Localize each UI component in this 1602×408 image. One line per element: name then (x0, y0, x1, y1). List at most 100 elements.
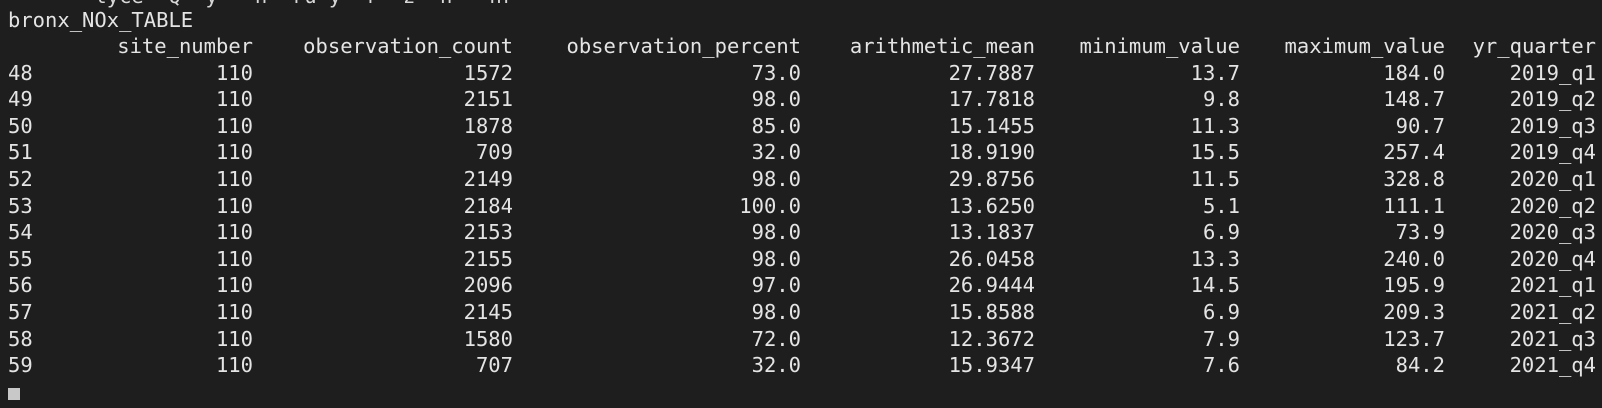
row-index: 52 (8, 166, 33, 191)
cell-maximum-value: 73.9 (1395, 220, 1445, 245)
cell-yr-quarter: 2019_q3 (1509, 113, 1596, 138)
cell-observation-percent: 85.0 (751, 113, 801, 138)
cell-observation-count: 1580 (463, 326, 513, 351)
table-row: 48 110 1572 73.0 27.7887 13.7 184.0 2019… (8, 60, 1596, 87)
cell-maximum-value: 184.0 (1383, 60, 1445, 85)
cell-observation-count: 2145 (463, 299, 513, 324)
cell-minimum-value: 13.7 (1190, 60, 1240, 85)
cell-site-number: 110 (215, 113, 253, 138)
cell-observation-percent: 72.0 (751, 326, 801, 351)
row-index: 51 (8, 140, 33, 165)
cell-observation-percent: 98.0 (751, 299, 801, 324)
cell-minimum-value: 11.5 (1190, 166, 1240, 191)
cell-minimum-value: 14.5 (1190, 273, 1240, 298)
row-index: 54 (8, 220, 33, 245)
row-index: 50 (8, 113, 33, 138)
cell-arithmetic-mean: 27.7887 (948, 60, 1035, 85)
cell-observation-count: 1572 (463, 60, 513, 85)
row-index: 56 (8, 273, 33, 298)
row-index: 59 (8, 353, 33, 378)
column-header-minimum-value: minimum_value (1079, 34, 1240, 58)
cell-observation-percent: 98.0 (751, 87, 801, 112)
terminal-output: lyce Q y n ru y r z n nr bronx_NOx_TABLE… (0, 0, 1602, 408)
table-row: 57 110 2145 98.0 15.8588 6.9 209.3 2021_… (8, 299, 1596, 326)
cell-observation-count: 707 (475, 353, 513, 378)
cell-minimum-value: 7.6 (1202, 353, 1240, 378)
row-index: 48 (8, 60, 33, 85)
cell-yr-quarter: 2020_q4 (1509, 246, 1596, 271)
cell-yr-quarter: 2019_q4 (1509, 140, 1596, 165)
cell-site-number: 110 (215, 60, 253, 85)
table-header-row: site_number observation_count observatio… (8, 33, 1596, 60)
table-row: 50 110 1878 85.0 15.1455 11.3 90.7 2019_… (8, 113, 1596, 140)
cell-arithmetic-mean: 17.7818 (948, 87, 1035, 112)
cell-observation-count: 2149 (463, 166, 513, 191)
cell-observation-percent: 100.0 (739, 193, 801, 218)
cell-arithmetic-mean: 13.1837 (948, 220, 1035, 245)
cell-observation-count: 2184 (463, 193, 513, 218)
terminal-cursor[interactable] (8, 388, 20, 400)
cell-arithmetic-mean: 13.6250 (948, 193, 1035, 218)
table-row: 49 110 2151 98.0 17.7818 9.8 148.7 2019_… (8, 86, 1596, 113)
table-row: 56 110 2096 97.0 26.9444 14.5 195.9 2021… (8, 272, 1596, 299)
column-header-observation-count: observation_count (303, 34, 513, 58)
cell-minimum-value: 11.3 (1190, 113, 1240, 138)
cell-maximum-value: 257.4 (1383, 140, 1445, 165)
column-header-maximum-value: maximum_value (1284, 34, 1445, 58)
cell-arithmetic-mean: 29.8756 (948, 166, 1035, 191)
cell-maximum-value: 328.8 (1383, 166, 1445, 191)
cell-arithmetic-mean: 26.0458 (948, 246, 1035, 271)
cell-maximum-value: 209.3 (1383, 299, 1445, 324)
cell-minimum-value: 6.9 (1202, 299, 1240, 324)
cell-yr-quarter: 2021_q4 (1509, 353, 1596, 378)
cell-maximum-value: 195.9 (1383, 273, 1445, 298)
cell-minimum-value: 7.9 (1202, 326, 1240, 351)
cell-site-number: 110 (215, 299, 253, 324)
cell-minimum-value: 6.9 (1202, 220, 1240, 245)
cell-arithmetic-mean: 18.9190 (948, 140, 1035, 165)
cell-observation-percent: 73.0 (751, 60, 801, 85)
cell-observation-percent: 98.0 (751, 166, 801, 191)
cell-minimum-value: 13.3 (1190, 246, 1240, 271)
cell-observation-percent: 32.0 (751, 140, 801, 165)
cell-minimum-value: 9.8 (1202, 87, 1240, 112)
cell-observation-count: 2155 (463, 246, 513, 271)
table-title: bronx_NOx_TABLE (8, 8, 194, 32)
row-index: 58 (8, 326, 33, 351)
cell-site-number: 110 (215, 326, 253, 351)
cell-site-number: 110 (215, 166, 253, 191)
cell-observation-percent: 97.0 (751, 273, 801, 298)
row-index: 49 (8, 87, 33, 112)
cell-minimum-value: 5.1 (1202, 193, 1240, 218)
cell-arithmetic-mean: 26.9444 (948, 273, 1035, 298)
cell-observation-percent: 98.0 (751, 220, 801, 245)
cell-observation-percent: 32.0 (751, 353, 801, 378)
cell-yr-quarter: 2020_q3 (1509, 220, 1596, 245)
table-row: 52 110 2149 98.0 29.8756 11.5 328.8 2020… (8, 166, 1596, 193)
table-row: 51 110 709 32.0 18.9190 15.5 257.4 2019_… (8, 139, 1596, 166)
row-index: 53 (8, 193, 33, 218)
cell-yr-quarter: 2020_q2 (1509, 193, 1596, 218)
column-header-observation-percent: observation_percent (566, 34, 802, 58)
index-header (8, 33, 48, 60)
table-row: 59 110 707 32.0 15.9347 7.6 84.2 2021_q4 (8, 352, 1596, 379)
cell-observation-count: 1878 (463, 113, 513, 138)
cell-maximum-value: 148.7 (1383, 87, 1445, 112)
cell-yr-quarter: 2020_q1 (1509, 166, 1596, 191)
table-row: 54 110 2153 98.0 13.1837 6.9 73.9 2020_q… (8, 219, 1596, 246)
row-index: 55 (8, 246, 33, 271)
cell-maximum-value: 111.1 (1383, 193, 1445, 218)
table-row: 58 110 1580 72.0 12.3672 7.9 123.7 2021_… (8, 326, 1596, 353)
cell-arithmetic-mean: 15.9347 (948, 353, 1035, 378)
cell-maximum-value: 240.0 (1383, 246, 1445, 271)
cell-observation-count: 709 (475, 140, 513, 165)
cell-arithmetic-mean: 15.8588 (948, 299, 1035, 324)
cell-yr-quarter: 2021_q2 (1509, 299, 1596, 324)
cell-arithmetic-mean: 12.3672 (948, 326, 1035, 351)
dataframe-table: site_number observation_count observatio… (8, 33, 1596, 379)
cell-site-number: 110 (215, 273, 253, 298)
cell-site-number: 110 (215, 193, 253, 218)
column-header-yr-quarter: yr_quarter (1472, 34, 1596, 58)
column-header-site-number: site_number (117, 34, 253, 58)
cell-maximum-value: 90.7 (1395, 113, 1445, 138)
